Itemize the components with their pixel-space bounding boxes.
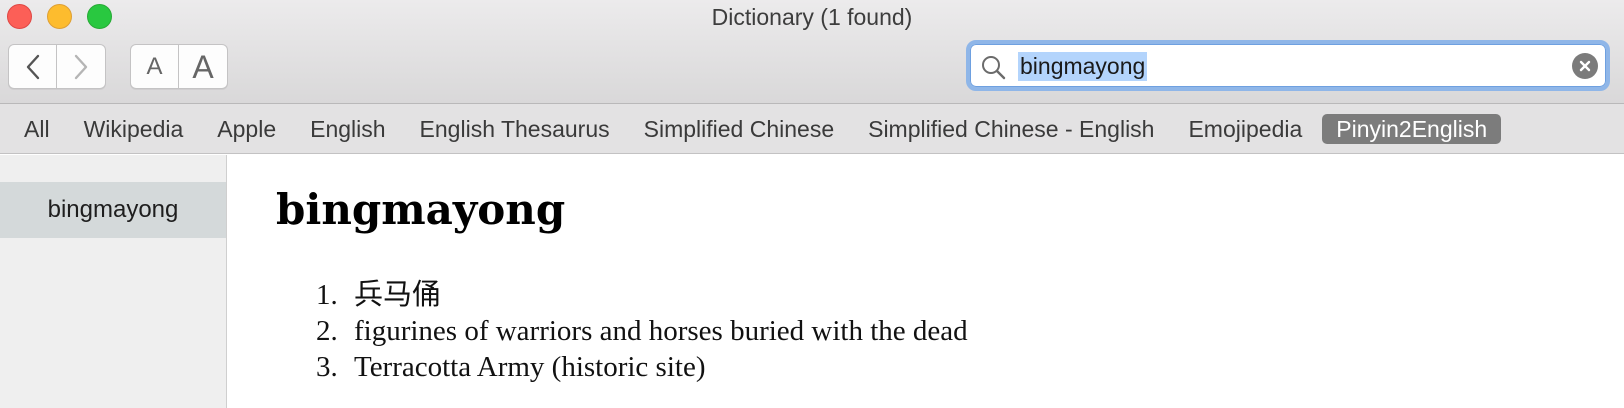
- search-input[interactable]: bingmayong: [1018, 52, 1148, 81]
- chevron-left-icon: [26, 54, 39, 79]
- chevron-right-icon: [74, 54, 88, 79]
- definition-number: 3.: [316, 351, 338, 383]
- tab-all[interactable]: All: [10, 114, 64, 144]
- font-size-buttons: A A: [130, 44, 228, 89]
- tab-english[interactable]: English: [296, 114, 399, 144]
- tab-apple[interactable]: Apple: [203, 114, 290, 144]
- large-a-icon: A: [192, 48, 214, 85]
- definition-item: 1. 兵马俑: [316, 277, 968, 313]
- increase-font-button[interactable]: A: [179, 44, 228, 89]
- search-field[interactable]: bingmayong: [966, 40, 1610, 91]
- definition-number: 2.: [316, 315, 338, 347]
- definition-item: 3. Terracotta Army (historic site): [316, 349, 968, 385]
- navigation-buttons: [8, 44, 106, 89]
- tab-simplified-chinese-english[interactable]: Simplified Chinese - English: [854, 114, 1168, 144]
- dictionary-window: Dictionary (1 found) A A bingmayong All …: [0, 0, 1624, 408]
- entry-headword: bingmayong: [276, 185, 566, 234]
- decrease-font-button[interactable]: A: [130, 44, 179, 89]
- entry-content: bingmayong 1. 兵马俑 2. figurines of warriors…: [228, 155, 1624, 408]
- definition-text: Terracotta Army (historic site): [354, 351, 706, 383]
- definition-list: 1. 兵马俑 2. figurines of warriors and horses…: [316, 277, 968, 385]
- clear-search-button[interactable]: [1572, 53, 1598, 79]
- clear-icon: [1579, 60, 1591, 72]
- definition-item: 2. figurines of warriors and horses burie…: [316, 313, 968, 349]
- results-sidebar: bingmayong: [0, 155, 227, 408]
- definition-text: figurines of warriors and horses buried …: [354, 315, 968, 347]
- tab-english-thesaurus[interactable]: English Thesaurus: [406, 114, 624, 144]
- small-a-icon: A: [146, 52, 163, 80]
- tab-pinyin2english[interactable]: Pinyin2English: [1322, 113, 1502, 144]
- sidebar-item-bingmayong[interactable]: bingmayong: [0, 182, 226, 238]
- definition-text: 兵马俑: [354, 279, 442, 311]
- window-title: Dictionary (1 found): [711, 4, 913, 30]
- back-button[interactable]: [8, 44, 57, 89]
- tab-simplified-chinese[interactable]: Simplified Chinese: [630, 114, 848, 144]
- definition-number: 1.: [316, 279, 338, 311]
- magnifier-icon: [982, 56, 1006, 80]
- tab-emojipedia[interactable]: Emojipedia: [1174, 114, 1316, 144]
- forward-button[interactable]: [57, 44, 106, 89]
- tab-wikipedia[interactable]: Wikipedia: [70, 114, 198, 144]
- source-tab-bar: All Wikipedia Apple English English Thes…: [0, 104, 1624, 154]
- titlebar: Dictionary (1 found) A A bingmayong: [0, 0, 1624, 104]
